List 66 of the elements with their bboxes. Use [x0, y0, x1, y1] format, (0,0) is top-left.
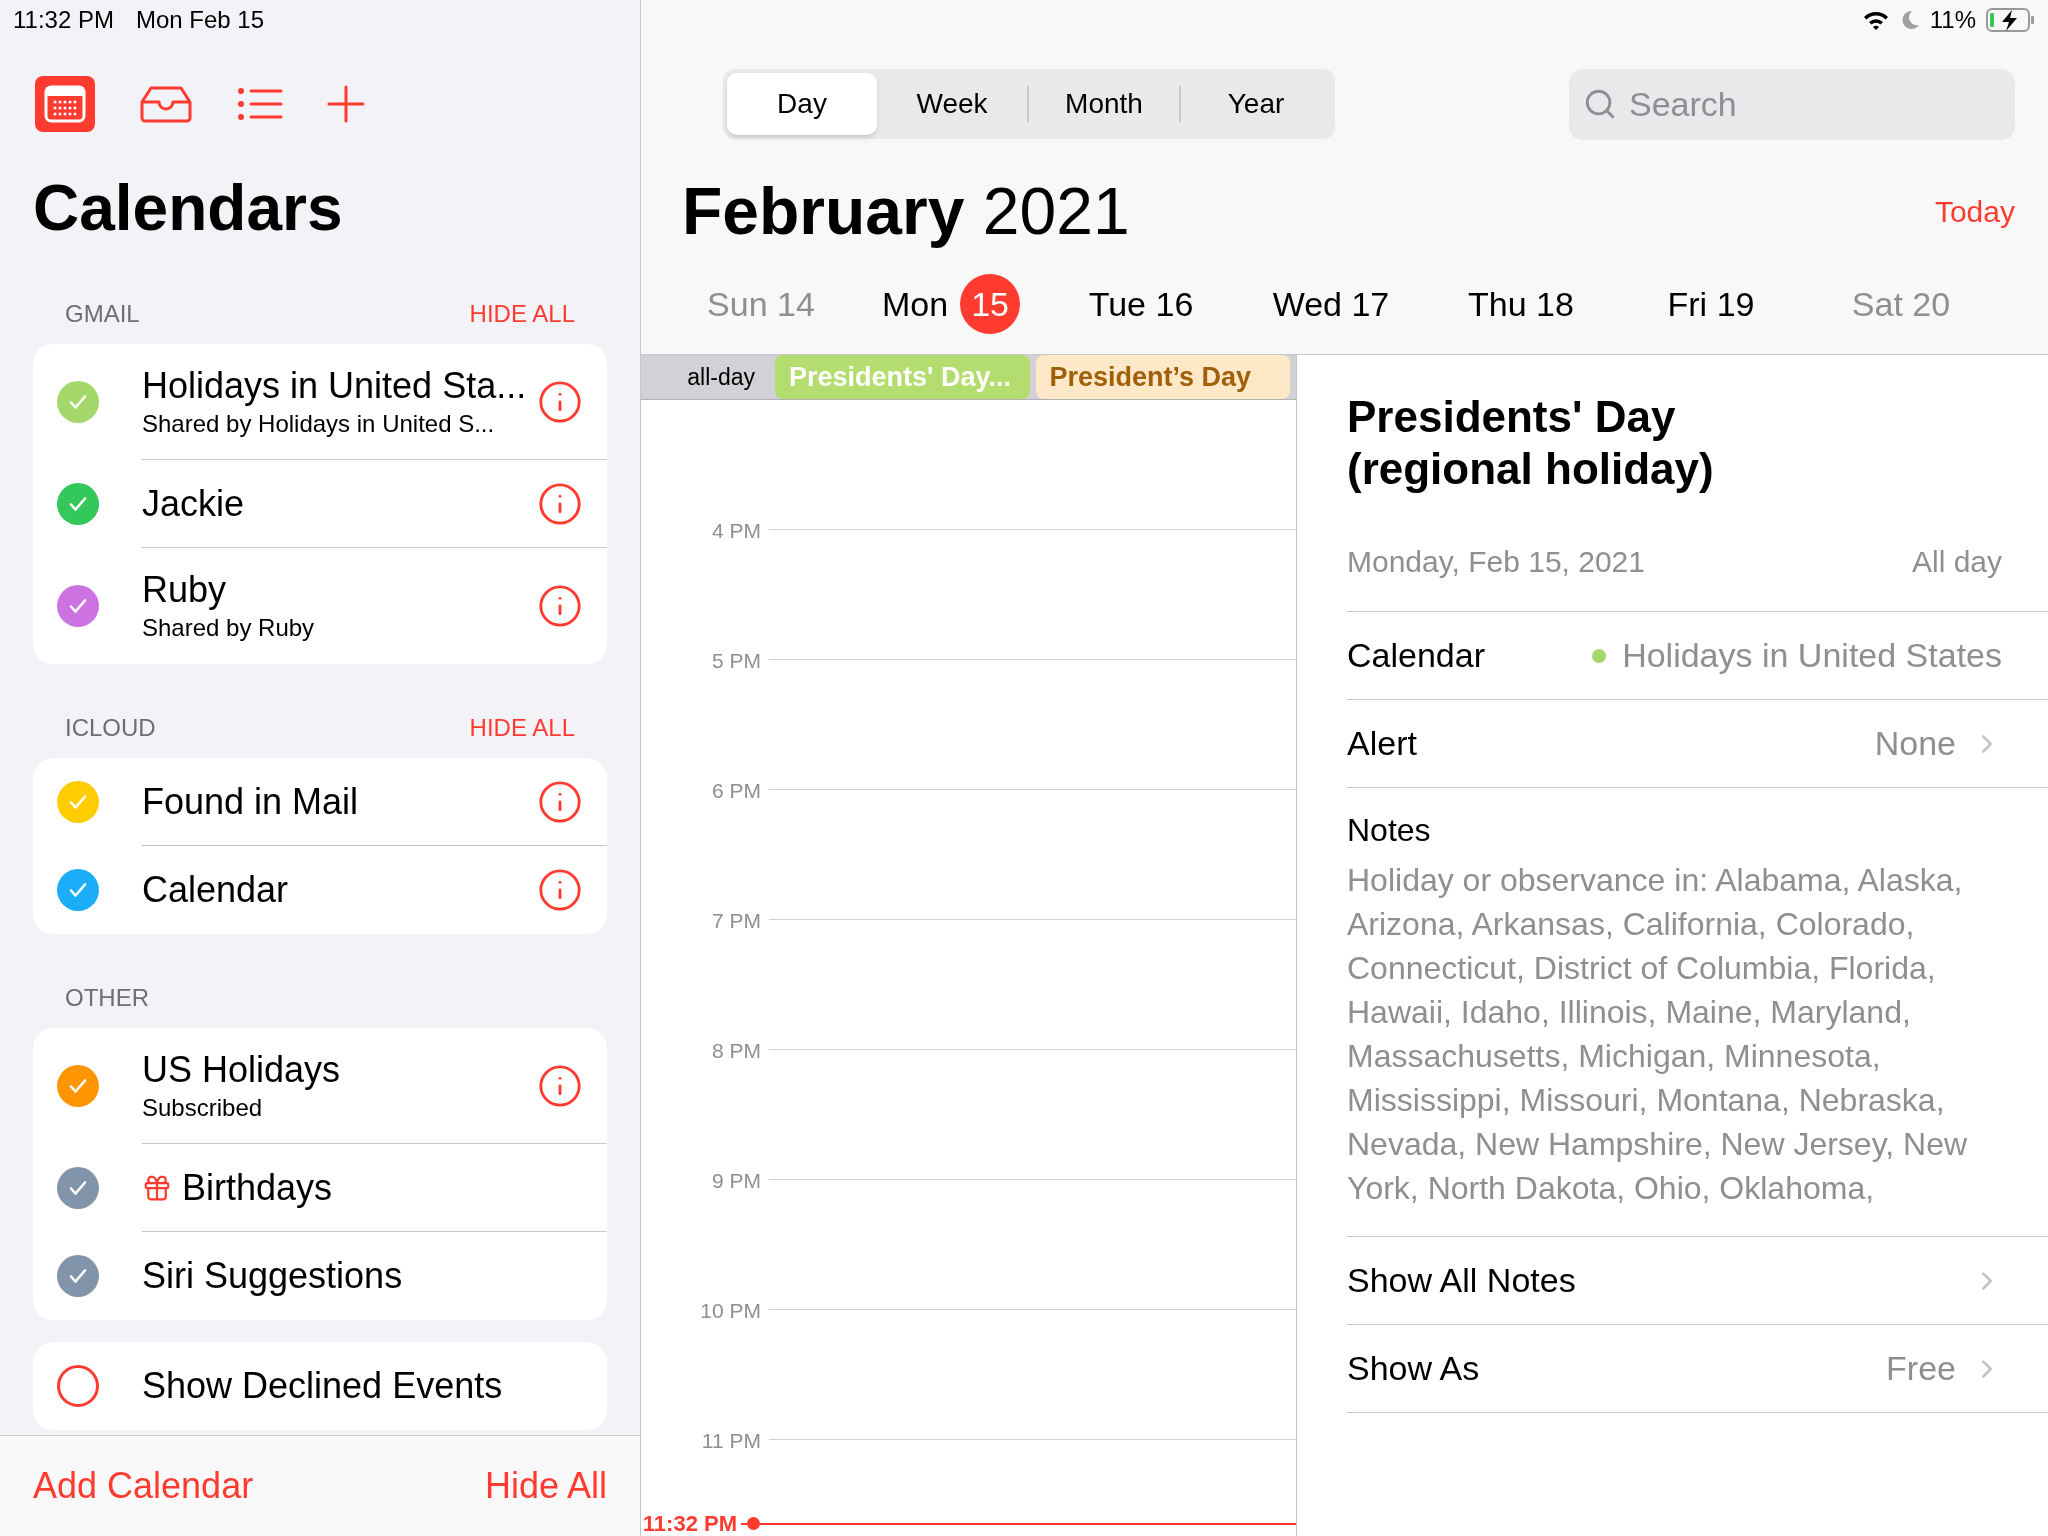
calendar-name: Birthdays — [182, 1165, 333, 1210]
calendar-name: US Holidays — [142, 1047, 341, 1092]
detail-link-row[interactable]: Show All Notes — [1347, 1237, 2048, 1325]
info-button[interactable] — [537, 378, 583, 425]
detail-row-value: None — [1874, 723, 1956, 764]
info-button[interactable] — [537, 1062, 583, 1109]
notes-text: Holiday or observance in: Alabama, Alaska, Arizona, Arkansas, California, Colorado, Connecticut, District of Columbia, Florida, Hawaii, Idaho, Illinois, Maine, Maryland, Massachusetts, Michigan, Minnesota, Mississippi, Missouri, Montana, Nebraska, Nevada, New Hampshire, New Jersey, New York, North Dakota, Ohio, Oklahoma, — [1347, 861, 1969, 1208]
declined-label: Show Declined Events — [142, 1364, 503, 1408]
detail-row-value: Holidays in United States — [1622, 635, 2002, 676]
detail-row-label: Calendar — [1347, 635, 1485, 676]
event-title: Presidents' Day (regional holiday) — [1347, 391, 1715, 495]
hour-label: 4 PM — [712, 518, 761, 544]
calendar-toolbar-button[interactable] — [35, 76, 95, 132]
day-label[interactable]: Mon — [881, 278, 949, 330]
event-date: Monday, Feb 15, 2021 — [1347, 543, 1645, 580]
info-button[interactable] — [537, 480, 583, 527]
calendar-name: Holidays in United Sta... — [142, 363, 527, 408]
day-label[interactable]: Wed 17 — [1272, 278, 1390, 330]
event-duration: All day — [1911, 543, 2002, 580]
calendar-subtitle: Shared by Holidays in United S... — [142, 408, 496, 439]
status-date: Mon Feb 15 — [135, 5, 265, 35]
day-label[interactable]: Tue 16 — [1088, 278, 1194, 330]
detail-link-row[interactable]: Show As Free — [1347, 1325, 2048, 1413]
info-button[interactable] — [537, 867, 583, 913]
list-icon[interactable] — [237, 87, 283, 121]
inbox-icon[interactable] — [139, 84, 193, 124]
all-day-event[interactable]: President’s Day — [1035, 355, 1290, 399]
calendar-name: Calendar — [142, 868, 289, 912]
hour-label: 7 PM — [712, 908, 761, 934]
section-header: OTHER — [65, 983, 149, 1013]
current-time-label: 11:32 PM — [641, 1510, 737, 1536]
hour-label: 6 PM — [712, 778, 761, 804]
calendar-name: Siri Suggestions — [142, 1254, 403, 1298]
view-tab[interactable]: Week — [877, 73, 1027, 135]
today-day-badge[interactable]: 15 — [960, 274, 1021, 334]
section-header: GMAIL — [65, 299, 140, 329]
battery-charging-icon — [1986, 8, 2036, 32]
calendar-subtitle: Shared by Ruby — [142, 613, 316, 643]
view-tab[interactable]: Month — [1029, 73, 1179, 135]
detail-row-label: Show All Notes — [1347, 1260, 1576, 1301]
hour-label: 9 PM — [712, 1168, 761, 1194]
detail-row-value: Free — [1886, 1348, 1956, 1389]
day-label[interactable]: Fri 19 — [1667, 278, 1755, 330]
info-button[interactable] — [537, 583, 583, 629]
view-tab[interactable]: Year — [1181, 73, 1331, 135]
hour-label: 10 PM — [700, 1298, 761, 1324]
calendar-name: Ruby — [142, 568, 227, 612]
status-time: 11:32 PM — [13, 5, 114, 35]
hour-label: 8 PM — [712, 1038, 761, 1064]
sidebar-title: Calendars — [32, 171, 344, 246]
view-tab[interactable]: Day — [727, 73, 877, 135]
calendar-subtitle: Subscribed — [142, 1092, 264, 1123]
day-label[interactable]: Thu 18 — [1468, 278, 1574, 330]
notes-label: Notes — [1347, 811, 1432, 850]
search-field[interactable]: Search — [1569, 68, 2015, 140]
detail-row-label: Show As — [1347, 1348, 1480, 1389]
hour-label: 5 PM — [712, 648, 761, 674]
all-day-label: all-day — [686, 362, 756, 392]
section-header: ICLOUD — [65, 713, 156, 743]
detail-row-label: Alert — [1347, 723, 1417, 764]
info-button[interactable] — [537, 778, 583, 825]
calendar-name: Jackie — [142, 481, 245, 526]
hour-label: 11 PM — [701, 1428, 761, 1454]
calendar-name: Found in Mail — [142, 779, 359, 824]
add-icon[interactable] — [327, 85, 365, 123]
battery-percent: 11% — [1929, 5, 1976, 35]
